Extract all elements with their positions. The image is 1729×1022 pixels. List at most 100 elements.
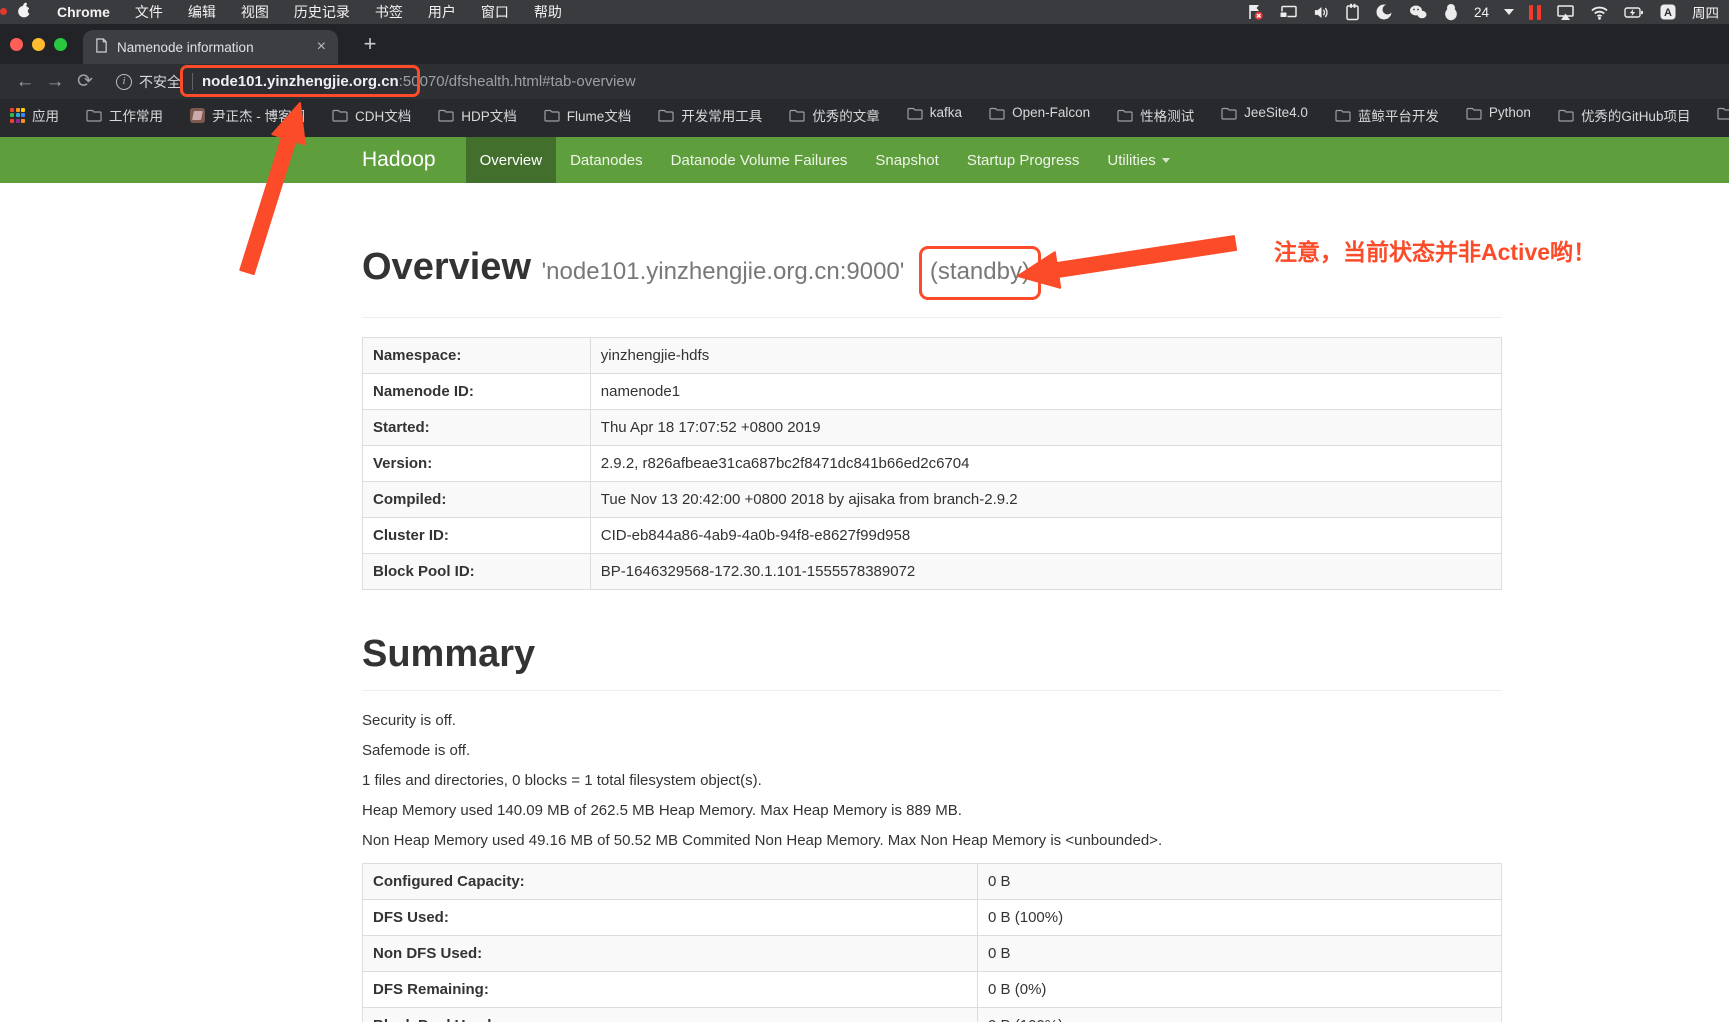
url-path: /dfshealth.html#tab-overview: [444, 73, 636, 90]
svg-text:A: A: [1664, 7, 1672, 19]
bookmark-folder[interactable]: 工作常用: [86, 105, 163, 125]
folder-icon: [332, 109, 348, 122]
wifi-icon[interactable]: [1590, 4, 1609, 20]
blog-favicon: [190, 107, 205, 123]
site-security-chip[interactable]: i 不安全: [116, 72, 181, 92]
bookmark-blog[interactable]: 尹正杰 - 博客园: [190, 105, 305, 125]
summary-line: Heap Memory used 140.09 MB of 262.5 MB H…: [362, 802, 962, 819]
bookmarks-bar: 应用 工作常用 尹正杰 - 博客园 CDH文档 HDP文档 Flume文档 开发…: [0, 99, 1729, 137]
table-row: Non DFS Used: 0 B: [361, 935, 1502, 972]
tab-title: Namenode information: [117, 39, 254, 55]
window-zoom-button[interactable]: [54, 38, 67, 51]
menu-item-file[interactable]: 文件: [135, 2, 163, 22]
chrome-tab-strip: Namenode information × +: [0, 24, 1729, 64]
nav-tab-startup-progress[interactable]: Startup Progress: [953, 137, 1094, 183]
apple-menu-icon[interactable]: [16, 2, 34, 22]
menu-item-history[interactable]: 历史记录: [294, 2, 350, 22]
browser-tab[interactable]: Namenode information ×: [83, 30, 338, 64]
menu-item-window[interactable]: 窗口: [481, 2, 509, 22]
wechat-icon[interactable]: [1408, 3, 1428, 21]
address-url-field[interactable]: node101.yinzhengjie.org.cn:50070/dfsheal…: [202, 73, 636, 90]
back-button[interactable]: ←: [10, 71, 40, 93]
overview-heading: Overview: [362, 246, 531, 288]
table-row: Configured Capacity: 0 B: [361, 863, 1502, 900]
menu-item-view[interactable]: 视图: [241, 2, 269, 22]
info-icon: i: [116, 73, 132, 90]
airplay-icon[interactable]: [1556, 4, 1575, 21]
summary-line: Security is off.: [362, 712, 456, 729]
menu-item-help[interactable]: 帮助: [534, 2, 562, 22]
reload-button[interactable]: ⟳: [70, 70, 100, 93]
divider: [362, 317, 1502, 318]
table-row: Namespace: yinzhengjie-hdfs: [362, 337, 1503, 374]
summary-line: Safemode is off.: [362, 742, 471, 759]
bookmark-folder[interactable]: 优秀的GitHub项目: [1558, 105, 1690, 125]
folder-icon: [86, 109, 102, 122]
moon-app-icon[interactable]: [1375, 3, 1393, 21]
nav-tab-overview[interactable]: Overview: [465, 137, 557, 183]
tab-close-icon[interactable]: ×: [317, 39, 326, 55]
menu-item-chrome[interactable]: Chrome: [57, 4, 110, 20]
battery-icon[interactable]: [1624, 4, 1644, 21]
nav-tab-utilities[interactable]: Utilities: [1093, 137, 1183, 183]
bookmark-folder[interactable]: 优秀的文章: [789, 105, 880, 125]
bookmark-folder[interactable]: 开发常用工具: [658, 105, 762, 125]
bookmark-apps[interactable]: 应用: [10, 105, 59, 125]
bookmark-folder[interactable]: Python: [1466, 105, 1531, 120]
volume-icon[interactable]: [1313, 4, 1330, 21]
hadoop-navbar: Hadoop Overview Datanodes Datanode Volum…: [0, 137, 1729, 183]
chevron-down-icon: [1161, 157, 1170, 163]
folder-icon: [1466, 107, 1482, 120]
screen-share-icon[interactable]: [1279, 4, 1298, 21]
table-row: Cluster ID: CID-eb844a86-4ab9-4a0b-94f8-e…: [362, 517, 1503, 554]
capacity-table: Configured Capacity: 0 B DFS Used: 0 B (10…: [361, 863, 1502, 1022]
browser-toolbar: ← → ⟳ i 不安全 node101.yinzhengjie.org.cn:5…: [0, 64, 1729, 99]
pause-bars-icon[interactable]: [1529, 4, 1541, 20]
bookmark-folder[interactable]: 性格测试: [1117, 105, 1194, 125]
bookmark-folder[interactable]: Flume文档: [544, 105, 631, 125]
forward-button[interactable]: →: [40, 71, 70, 93]
folder-icon: [1558, 109, 1574, 122]
bookmark-folder[interactable]: HDP文档: [438, 105, 517, 125]
folder-icon: [1335, 109, 1351, 122]
folder-icon: [1221, 107, 1237, 120]
summary-line: 1 files and directories, 0 blocks = 1 to…: [362, 772, 762, 789]
window-minimize-button[interactable]: [32, 38, 45, 51]
hadoop-brand[interactable]: Hadoop: [362, 137, 466, 183]
summary-line: Non Heap Memory used 49.16 MB of 50.52 M…: [362, 832, 1163, 849]
input-method-icon[interactable]: A: [1659, 3, 1677, 21]
table-row: DFS Used: 0 B (100%): [361, 899, 1502, 936]
menu-item-bookmarks[interactable]: 书签: [375, 2, 403, 22]
bookmark-folder[interactable]: golang: [1717, 105, 1729, 120]
bookmark-folder[interactable]: JeeSite4.0: [1221, 105, 1308, 120]
summary-text: Security is off. Safemode is off. 1 file…: [362, 713, 1502, 849]
folder-icon: [1717, 107, 1729, 120]
url-port: :50070: [398, 73, 445, 90]
bookmark-folder[interactable]: 蓝鲸平台开发: [1335, 105, 1439, 125]
clipboard-icon[interactable]: [1345, 3, 1360, 21]
menu-item-edit[interactable]: 编辑: [188, 2, 216, 22]
tab-favicon-icon: [95, 38, 108, 56]
notification-flag-icon[interactable]: [1246, 3, 1264, 21]
nav-tab-snapshot[interactable]: Snapshot: [861, 137, 952, 183]
table-row: Version: 2.9.2, r826afbeae31ca687bc2f8471…: [362, 445, 1503, 482]
menu-item-user[interactable]: 用户: [428, 2, 456, 22]
qq-icon[interactable]: [1443, 3, 1459, 21]
omnibox-separator: [192, 73, 193, 90]
window-close-button[interactable]: [10, 38, 23, 51]
nav-tab-datanode-volume-failures[interactable]: Datanode Volume Failures: [657, 137, 862, 183]
page-title: Overview 'node101.yinzhengjie.org.cn:900…: [362, 245, 1502, 300]
bookmark-folder[interactable]: kafka: [907, 105, 962, 120]
table-row: Namenode ID: namenode1: [362, 373, 1503, 410]
menubar-weekday[interactable]: 周四: [1692, 2, 1719, 22]
window-controls: [10, 38, 67, 51]
tray-caret-icon[interactable]: [1504, 9, 1514, 15]
namenode-address: 'node101.yinzhengjie.org.cn:9000': [541, 258, 905, 285]
new-tab-button[interactable]: +: [356, 31, 384, 59]
bookmark-folder[interactable]: CDH文档: [332, 105, 411, 125]
bookmark-folder[interactable]: Open-Falcon: [989, 105, 1090, 120]
table-row: DFS Remaining: 0 B (0%): [361, 971, 1502, 1008]
macos-menu-bar: Chrome 文件 编辑 视图 历史记录 书签 用户 窗口 帮助 24 A 周四: [0, 0, 1729, 24]
nav-tab-datanodes[interactable]: Datanodes: [556, 137, 657, 183]
url-host: node101.yinzhengjie.org.cn: [202, 73, 399, 90]
